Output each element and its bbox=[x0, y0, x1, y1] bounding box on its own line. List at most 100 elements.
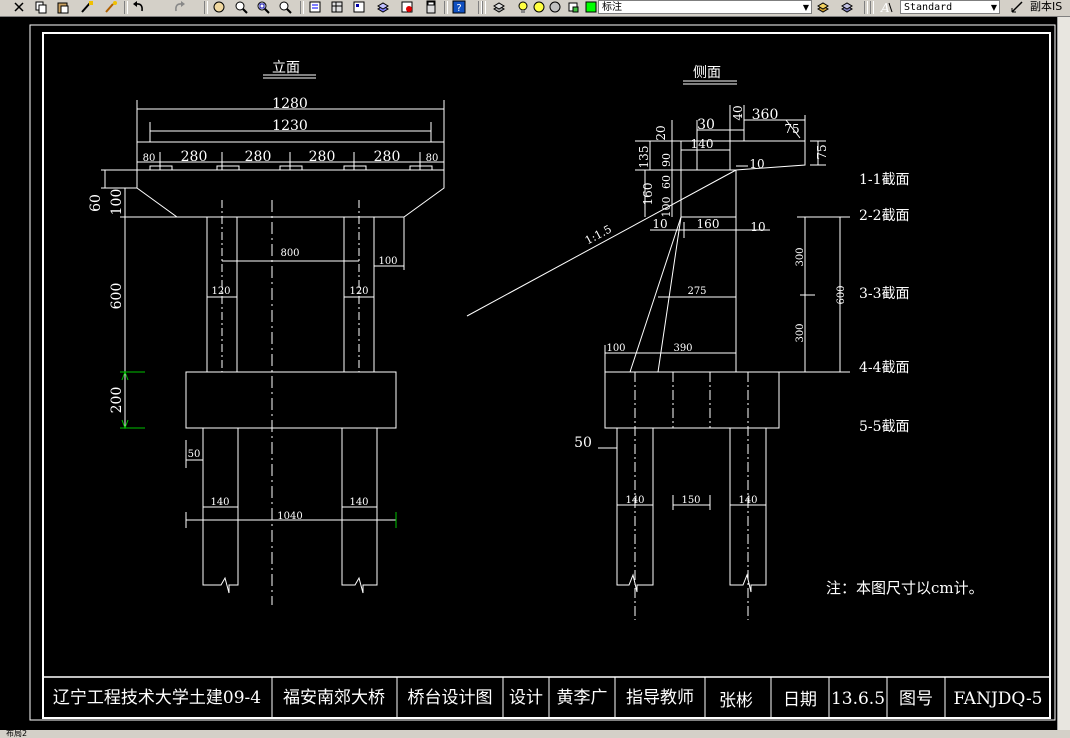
section-label-3: 3-3截面 bbox=[859, 286, 910, 302]
dim-side-160-v: 160 bbox=[641, 183, 655, 206]
dim-bearing-end-right: 80 bbox=[426, 153, 439, 164]
markup-icon[interactable] bbox=[400, 0, 414, 14]
help-icon[interactable]: ? bbox=[452, 0, 466, 14]
sheet-set-icon[interactable] bbox=[376, 0, 390, 14]
paste-icon[interactable] bbox=[56, 0, 70, 14]
section-label-4: 4-4截面 bbox=[859, 360, 910, 376]
dim-side-390: 390 bbox=[673, 343, 692, 354]
dim-beam-overhang: 50 bbox=[188, 449, 201, 460]
tool-palette-icon[interactable] bbox=[352, 0, 366, 14]
dim-side-140: 140 bbox=[691, 137, 714, 151]
tb-advisor: 张彬 bbox=[719, 691, 753, 711]
dim-side-pile-140-b: 140 bbox=[738, 495, 757, 506]
dim-bearing-4: 280 bbox=[374, 149, 401, 165]
dim-pile-diameter-right: 140 bbox=[349, 497, 368, 508]
calculator-icon[interactable] bbox=[424, 0, 438, 14]
side-title: 侧面 bbox=[693, 65, 721, 81]
section-label-5: 5-5截面 bbox=[859, 419, 910, 435]
cut-icon[interactable] bbox=[12, 0, 26, 14]
drawing-note: 注：本图尺寸以cm计。 bbox=[826, 579, 984, 597]
status-bar: 布局2 bbox=[0, 730, 1070, 738]
dim-side-135: 135 bbox=[637, 146, 651, 169]
tb-date-label: 日期 bbox=[783, 690, 817, 710]
dim-side-10-a: 10 bbox=[749, 157, 764, 171]
elevation-title: 立面 bbox=[272, 60, 300, 76]
drawing-canvas[interactable]: 立面 1280 1230 80 280 280 280 280 80 60 10… bbox=[0, 17, 1057, 730]
section-labels: 1-1截面 2-2截面 3-3截面 4-4截面 5-5截面 bbox=[859, 172, 910, 435]
dim-bearing-3: 280 bbox=[309, 149, 336, 165]
dim-side-275: 275 bbox=[687, 286, 706, 297]
undo-icon[interactable] bbox=[132, 0, 146, 14]
dim-column-height: 600 bbox=[109, 283, 125, 310]
properties-icon[interactable] bbox=[308, 0, 322, 14]
dim-side-300-a: 300 bbox=[795, 247, 806, 266]
pan-icon[interactable] bbox=[212, 0, 226, 14]
dim-column-width-left: 120 bbox=[211, 286, 230, 297]
layer-combo[interactable]: 标注 ▼ bbox=[598, 0, 812, 14]
layer-freeze-icon[interactable] bbox=[532, 0, 546, 14]
redo-icon[interactable] bbox=[172, 0, 186, 14]
dim-tie-beam-height: 200 bbox=[109, 387, 125, 414]
tb-project: 福安南郊大桥 bbox=[283, 688, 385, 708]
dim-side-60: 60 bbox=[660, 175, 673, 189]
text-style-icon[interactable]: A bbox=[880, 0, 894, 14]
dim-inner-width: 1230 bbox=[272, 118, 308, 134]
tb-number: FANJDQ-5 bbox=[953, 689, 1042, 709]
section-label-1: 1-1截面 bbox=[859, 172, 910, 188]
tb-advisor-label: 指导教师 bbox=[626, 688, 694, 708]
layer-plot-icon[interactable] bbox=[566, 0, 580, 14]
dim-side-90: 90 bbox=[660, 153, 673, 167]
dim-side-10-b: 10 bbox=[652, 217, 667, 231]
dim-side-pile-140-a: 140 bbox=[625, 495, 644, 506]
dim-cap-overhang: 100 bbox=[378, 256, 397, 267]
tb-number-label: 图号 bbox=[899, 689, 933, 709]
layer-manager-icon[interactable] bbox=[492, 0, 506, 14]
chevron-down-icon: ▼ bbox=[990, 3, 997, 12]
layout-tab[interactable]: 布局2 bbox=[6, 729, 27, 738]
zoom-previous-icon[interactable] bbox=[278, 0, 292, 14]
layer-previous-icon[interactable] bbox=[816, 0, 830, 14]
section-label-2: 2-2截面 bbox=[859, 208, 910, 224]
dim-side-300-b: 300 bbox=[795, 323, 806, 342]
dim-side-100: 100 bbox=[606, 343, 625, 354]
dim-side-50: 50 bbox=[574, 435, 592, 451]
dim-bearing-1: 280 bbox=[181, 149, 208, 165]
layer-lock-icon[interactable] bbox=[548, 0, 562, 14]
dim-total-width: 1280 bbox=[272, 96, 308, 112]
dim-side-75-right: 75 bbox=[815, 144, 829, 159]
drawing-svg: 立面 1280 1230 80 280 280 280 280 80 60 10… bbox=[29, 24, 1056, 721]
dim-side-30: 30 bbox=[697, 117, 715, 133]
tb-date: 13.6.5 bbox=[831, 689, 885, 709]
vertical-scrollbar[interactable] bbox=[1057, 17, 1070, 730]
text-style-combo[interactable]: Standard ▼ bbox=[900, 0, 1000, 14]
dim-bearing-end-left: 80 bbox=[143, 153, 156, 164]
dim-side-600: 600 bbox=[836, 285, 847, 304]
dim-side-pile-150: 150 bbox=[681, 495, 700, 506]
dim-side-20: 20 bbox=[654, 125, 668, 140]
dim-bearing-2: 280 bbox=[245, 149, 272, 165]
dim-pile-spacing: 1040 bbox=[277, 511, 302, 522]
dim-column-width-right: 120 bbox=[349, 286, 368, 297]
copy-icon[interactable] bbox=[34, 0, 48, 14]
brush-icon[interactable] bbox=[104, 0, 118, 14]
dim-side-40: 40 bbox=[731, 105, 745, 120]
match-properties-icon[interactable] bbox=[80, 0, 94, 14]
zoom-window-icon[interactable] bbox=[256, 0, 270, 14]
layer-color-icon[interactable] bbox=[584, 0, 598, 14]
dimension-style-label: 副本IS bbox=[1030, 0, 1063, 13]
dim-cap-height: 100 bbox=[109, 189, 125, 216]
dim-side-10-c: 10 bbox=[750, 220, 765, 234]
tb-school: 辽宁工程技术大学土建09-4 bbox=[53, 688, 261, 708]
dimension-style-icon[interactable] bbox=[1010, 0, 1024, 14]
layer-on-icon[interactable] bbox=[516, 0, 530, 14]
dim-side-160-h: 160 bbox=[697, 217, 720, 231]
layer-match-icon[interactable] bbox=[840, 0, 854, 14]
design-center-icon[interactable] bbox=[330, 0, 344, 14]
dim-side-360: 360 bbox=[752, 107, 779, 123]
zoom-realtime-icon[interactable] bbox=[234, 0, 248, 14]
svg-text:A: A bbox=[880, 1, 890, 14]
svg-text:?: ? bbox=[456, 3, 461, 14]
tb-design-label: 设计 bbox=[509, 688, 543, 708]
dim-slope: 1:1.5 bbox=[583, 223, 614, 248]
dim-pile-diameter-left: 140 bbox=[210, 497, 229, 508]
